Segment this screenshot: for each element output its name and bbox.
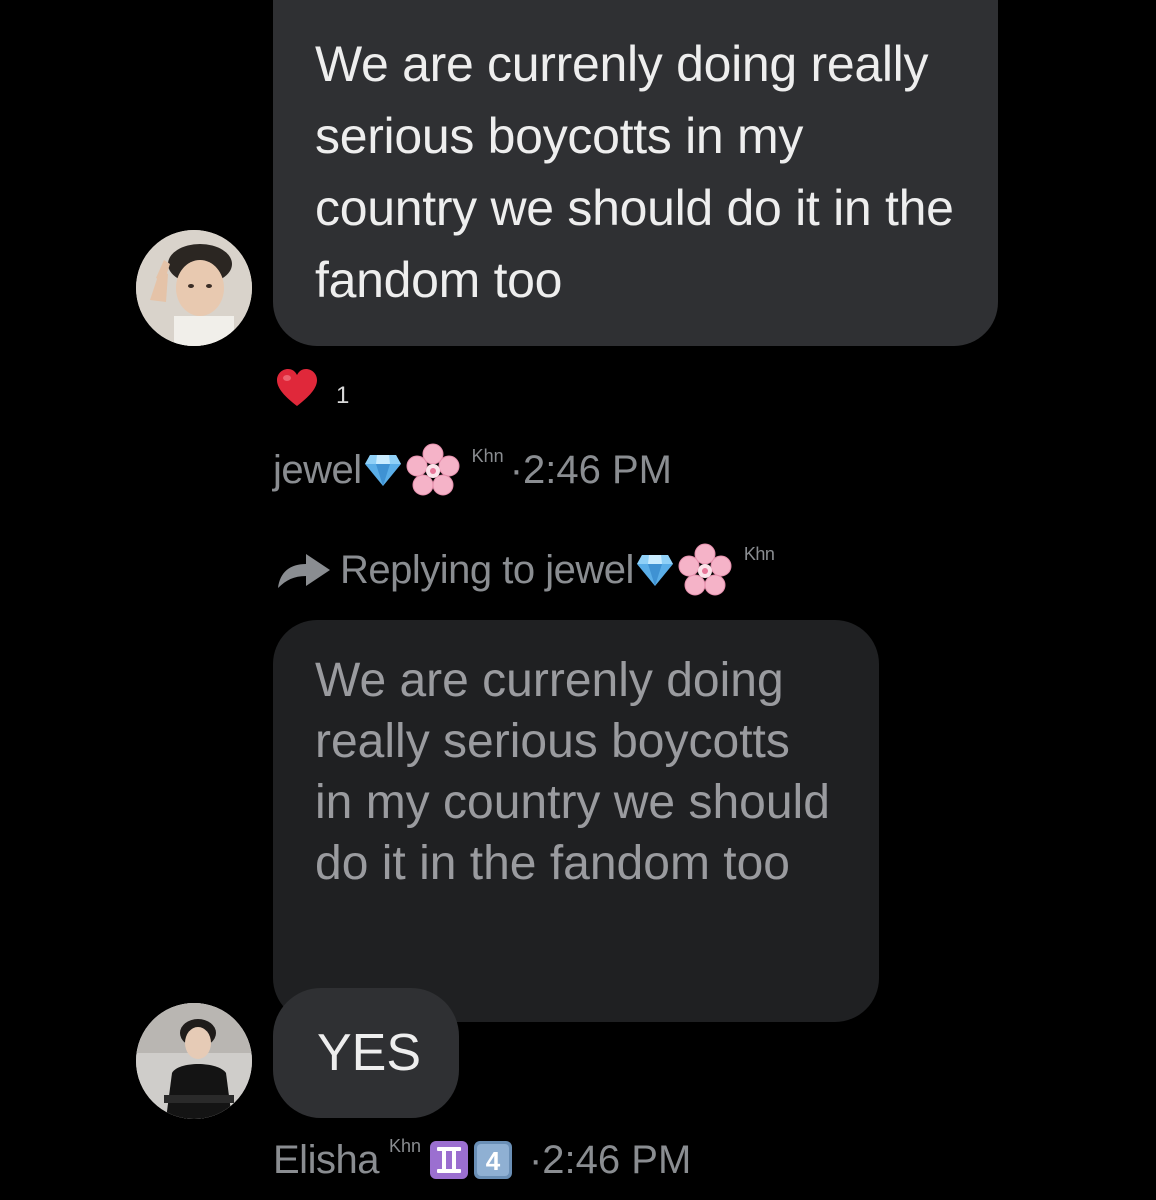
cherry-blossom-icon xyxy=(406,443,460,496)
sender-suffix: Khn xyxy=(388,1136,421,1156)
message-meta: Elisha Khn 4 ·2:46 PM xyxy=(273,1130,691,1190)
timestamp: ·2:46 PM xyxy=(509,447,672,492)
keycap-4-icon: 4 xyxy=(473,1141,512,1179)
sender-name[interactable]: Elisha xyxy=(273,1138,379,1183)
message-bubble[interactable]: YES xyxy=(273,988,459,1118)
replying-to-label: Replying to jewel xyxy=(340,547,634,592)
replying-to-suffix: Khn xyxy=(743,544,775,564)
avatar-photo xyxy=(136,1003,252,1119)
reaction-count: 1 xyxy=(336,382,350,409)
message-meta: jewel Khn ·2:46 PM xyxy=(273,440,672,500)
gemini-icon xyxy=(429,1141,468,1179)
avatar[interactable] xyxy=(136,230,252,346)
avatar-photo xyxy=(136,230,252,346)
replying-to[interactable]: Replying to jewel Khn xyxy=(276,540,775,600)
heart-icon xyxy=(277,369,317,406)
avatar[interactable] xyxy=(136,1003,252,1119)
quoted-text: We are currenly doing really serious boy… xyxy=(315,654,830,890)
cherry-blossom-icon xyxy=(678,543,732,596)
gem-icon xyxy=(636,555,673,586)
message-bubble[interactable]: We are currenly doing really serious boy… xyxy=(273,0,998,346)
sender-name[interactable]: jewel xyxy=(273,448,362,493)
reply-arrow-icon xyxy=(278,554,330,588)
message-text: YES xyxy=(317,1024,422,1082)
message-text: We are currenly doing really serious boy… xyxy=(315,36,954,308)
keycap-number: 4 xyxy=(486,1146,501,1176)
gem-icon xyxy=(364,455,401,486)
sender-suffix: Khn xyxy=(471,446,504,466)
timestamp: ·2:46 PM xyxy=(528,1137,692,1182)
reaction[interactable]: 1 xyxy=(274,364,349,414)
quoted-message[interactable]: We are currenly doing really serious boy… xyxy=(273,620,879,1022)
